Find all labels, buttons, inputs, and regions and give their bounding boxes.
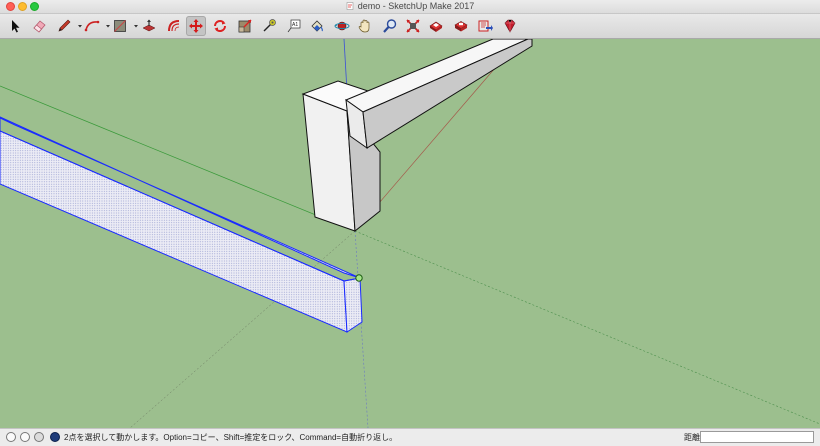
window-title-text: demo - SketchUp Make 2017 bbox=[357, 1, 475, 11]
pan-tool-button[interactable] bbox=[355, 16, 375, 36]
text-icon: A1 bbox=[287, 19, 301, 33]
arrow-icon bbox=[12, 20, 20, 33]
window-title: demo - SketchUp Make 2017 bbox=[0, 0, 820, 13]
measurements-input[interactable] bbox=[700, 431, 814, 443]
instructor-icon[interactable] bbox=[50, 432, 60, 442]
magnifier-icon bbox=[383, 19, 397, 33]
push-pull-icon bbox=[142, 19, 156, 32]
tape-measure-tool-button[interactable] bbox=[259, 16, 279, 36]
warehouse-icon bbox=[429, 21, 443, 32]
orbit-tool-button[interactable] bbox=[332, 16, 352, 36]
rotate-icon bbox=[214, 20, 226, 32]
eraser-tool-button[interactable] bbox=[29, 16, 49, 36]
paint-bucket-tool-button[interactable] bbox=[307, 16, 327, 36]
document-icon bbox=[346, 2, 354, 10]
measurements-label: 距離 bbox=[684, 433, 700, 442]
selected-board[interactable] bbox=[0, 116, 363, 333]
green-axis-negative bbox=[354, 230, 820, 425]
tape-measure-icon bbox=[263, 19, 276, 32]
zoom-extents-icon bbox=[406, 19, 420, 33]
offset-icon bbox=[168, 20, 180, 32]
scale-tool-button[interactable] bbox=[235, 16, 255, 36]
geo-location-icon[interactable] bbox=[6, 432, 16, 442]
status-message: 2点を選択して動かします。Option=コピー、Shift=推定をロック、Com… bbox=[64, 433, 398, 442]
zoom-extents-tool-button[interactable] bbox=[403, 16, 423, 36]
text-tool-button[interactable]: A1 bbox=[284, 16, 304, 36]
drawing-viewport[interactable] bbox=[0, 39, 820, 428]
svg-text:A1: A1 bbox=[292, 22, 298, 28]
push-pull-tool-button[interactable] bbox=[139, 16, 159, 36]
move-icon bbox=[189, 19, 203, 33]
model-canvas[interactable] bbox=[0, 39, 820, 428]
select-tool-button[interactable] bbox=[5, 16, 25, 36]
extension-warehouse-icon bbox=[478, 20, 493, 32]
user-icon[interactable] bbox=[34, 432, 44, 442]
orbit-icon bbox=[334, 21, 350, 31]
move-tool-button[interactable] bbox=[186, 16, 206, 36]
rotate-tool-button[interactable] bbox=[210, 16, 230, 36]
zoom-tool-button[interactable] bbox=[380, 16, 400, 36]
offset-tool-button[interactable] bbox=[164, 16, 184, 36]
ruby-tool-button[interactable] bbox=[500, 16, 520, 36]
endpoint-inference-marker bbox=[355, 274, 363, 282]
warehouse-tool-button[interactable] bbox=[426, 16, 446, 36]
title-bar: demo - SketchUp Make 2017 bbox=[0, 0, 820, 14]
main-toolbar: A1 bbox=[0, 14, 820, 39]
blue-axis-negative bbox=[354, 230, 369, 428]
share-model-tool-button[interactable] bbox=[451, 16, 471, 36]
paint-bucket-icon bbox=[311, 20, 323, 32]
share-icon bbox=[454, 21, 468, 32]
status-bar: 2点を選択して動かします。Option=コピー、Shift=推定をロック、Com… bbox=[0, 428, 820, 446]
credits-icon[interactable] bbox=[20, 432, 30, 442]
eraser-icon bbox=[33, 20, 46, 33]
hand-icon bbox=[358, 19, 370, 33]
extension-warehouse-tool-button[interactable] bbox=[475, 16, 495, 36]
ruby-icon bbox=[504, 19, 516, 33]
scale-icon bbox=[238, 19, 252, 33]
beam-component[interactable] bbox=[344, 39, 533, 150]
